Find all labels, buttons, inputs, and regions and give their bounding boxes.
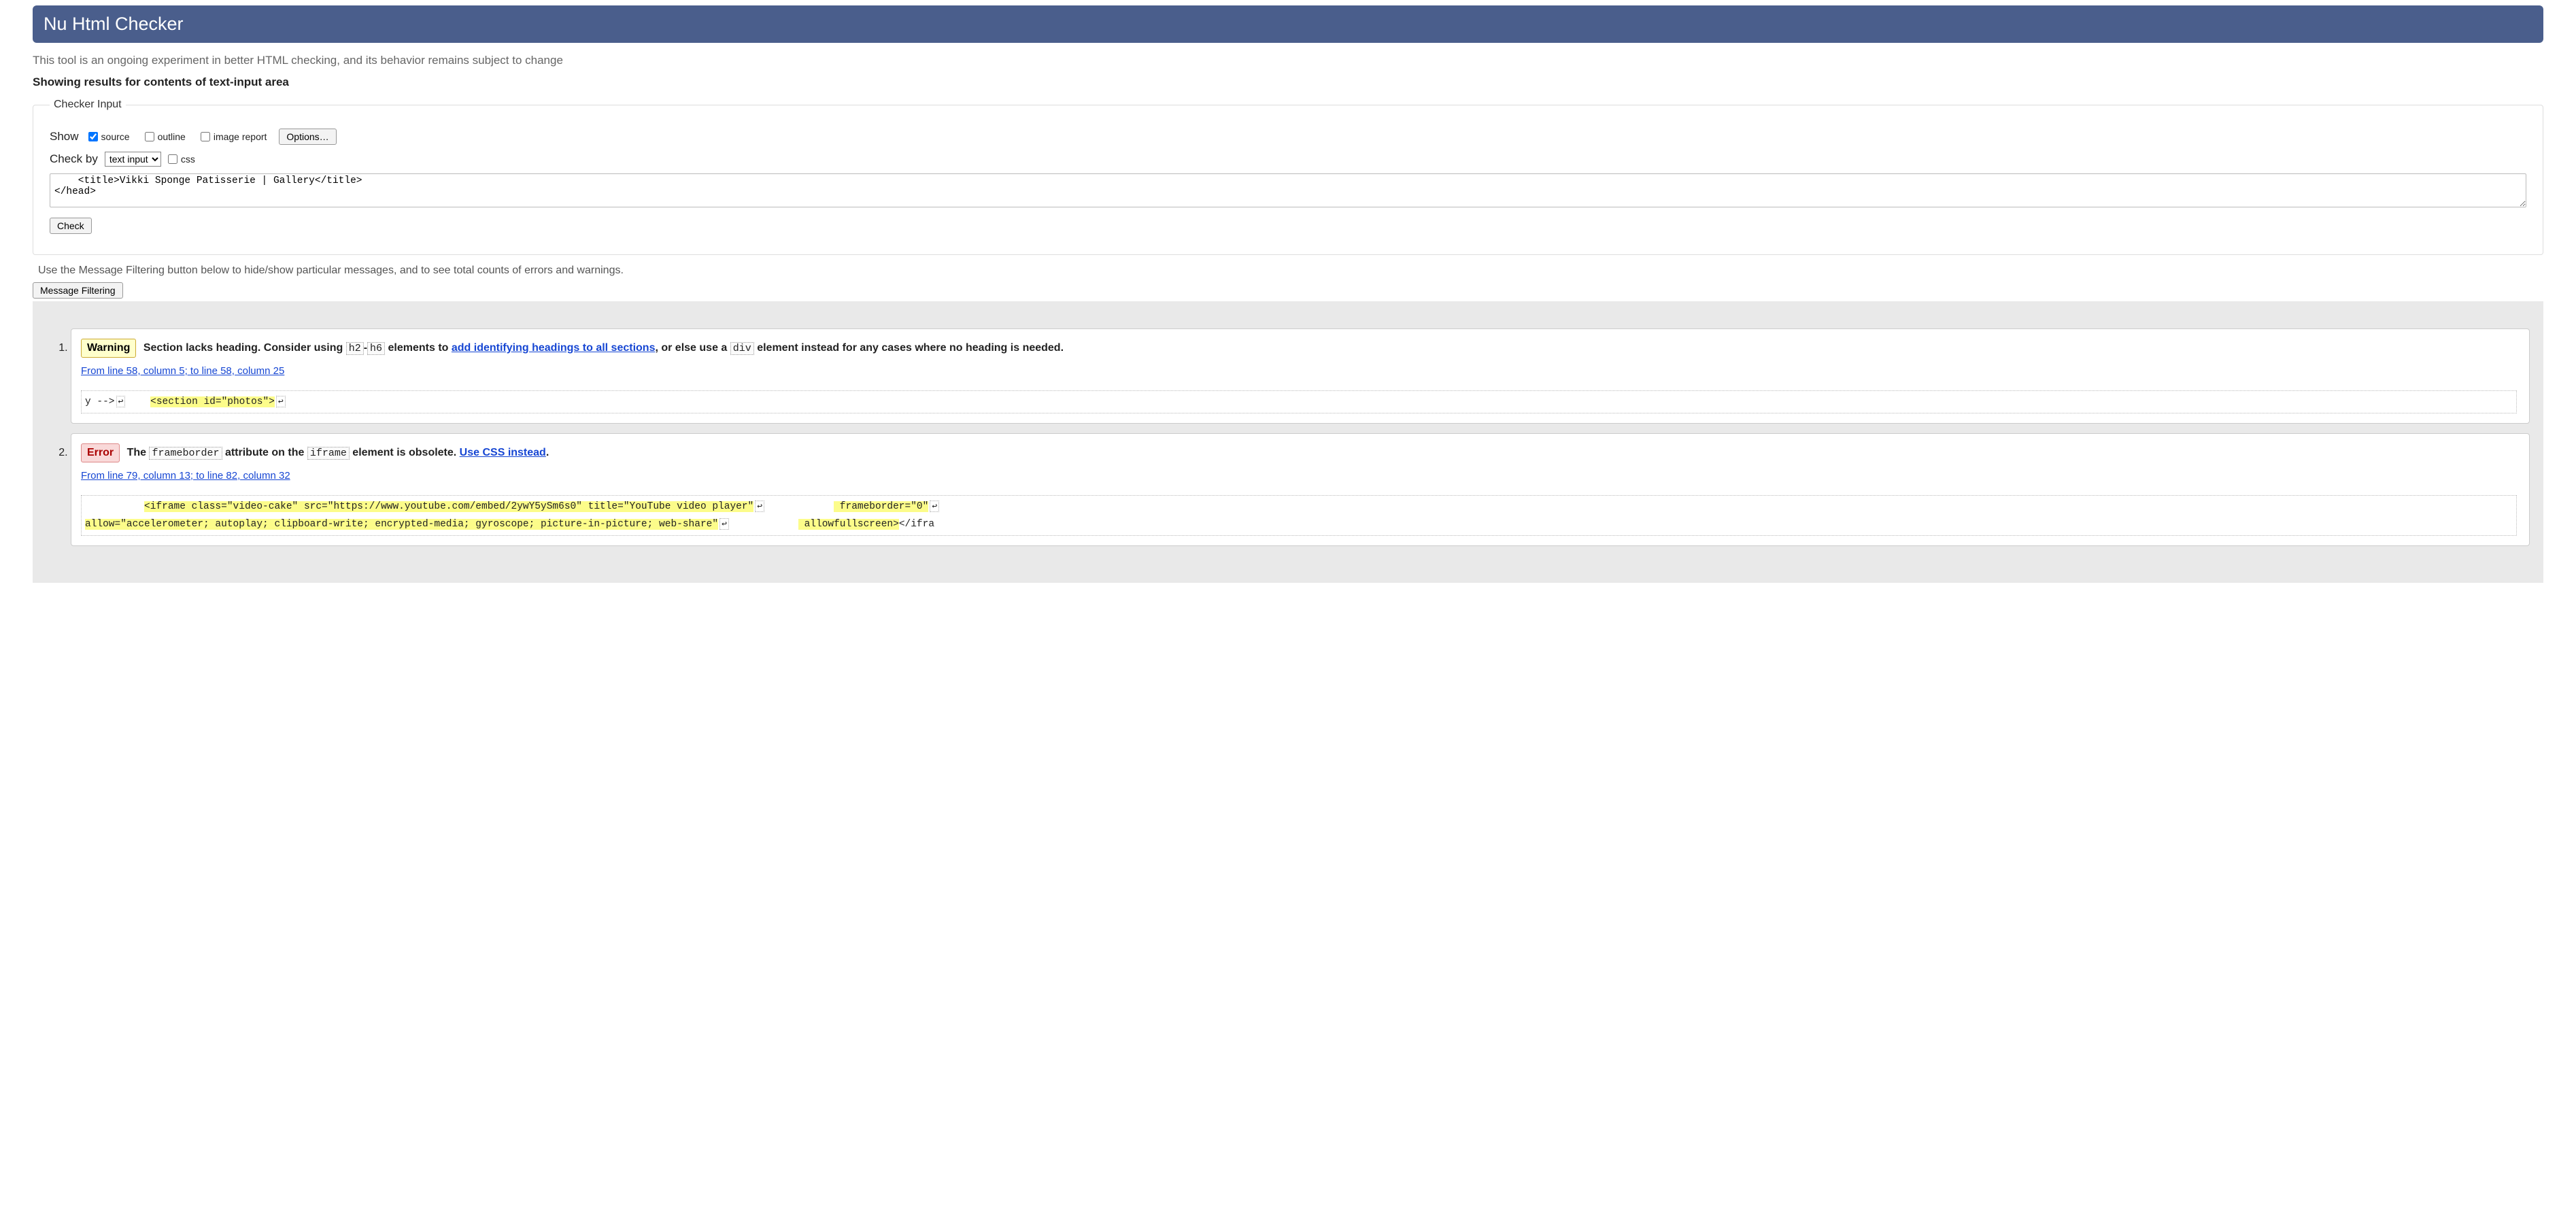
outline-checkbox[interactable] (145, 132, 154, 141)
page-header: Nu Html Checker (33, 5, 2543, 43)
newline-marker: ↩ (719, 518, 729, 530)
newline-marker: ↩ (755, 501, 764, 512)
use-css-link[interactable]: Use CSS instead (460, 447, 546, 458)
location-link[interactable]: From line 58, column 5; to line 58, colu… (81, 365, 284, 377)
css-checkbox-label[interactable]: css (165, 152, 195, 166)
newline-marker: ↩ (930, 501, 939, 512)
css-checkbox[interactable] (168, 154, 177, 164)
message-filtering-button[interactable]: Message Filtering (33, 282, 123, 299)
message-item-error: Error The frameborder attribute on the i… (71, 433, 2530, 546)
source-checkbox-label[interactable]: source (86, 130, 130, 143)
check-by-select[interactable]: text input (105, 152, 161, 167)
source-checkbox[interactable] (88, 132, 98, 141)
tool-subtitle: This tool is an ongoing experiment in be… (33, 54, 2543, 67)
highlighted-code: <iframe class="video-cake" src="https://… (144, 501, 753, 512)
page-title: Nu Html Checker (44, 14, 2532, 35)
results-heading: Showing results for contents of text-inp… (33, 75, 2543, 89)
checker-input-fieldset: Checker Input Show source outline image … (33, 99, 2543, 255)
warning-tag: Warning (81, 339, 136, 358)
outline-checkbox-text: outline (158, 131, 186, 142)
message-location: From line 58, column 5; to line 58, colu… (81, 363, 2517, 379)
code-h6: h6 (367, 342, 385, 355)
filter-hint: Use the Message Filtering button below t… (38, 265, 2538, 277)
css-checkbox-text: css (181, 154, 195, 165)
message-location: From line 79, column 13; to line 82, col… (81, 468, 2517, 484)
results-panel: Warning Section lacks heading. Consider … (33, 301, 2543, 583)
message-list: Warning Section lacks heading. Consider … (46, 328, 2530, 546)
code-iframe: iframe (307, 447, 350, 460)
checker-input-legend: Checker Input (50, 99, 126, 111)
code-frameborder: frameborder (149, 447, 222, 460)
highlighted-code: frameborder="0" (834, 501, 928, 512)
source-textarea[interactable] (50, 173, 2526, 207)
error-tag: Error (81, 443, 120, 462)
check-button[interactable]: Check (50, 218, 92, 234)
image-report-checkbox-label[interactable]: image report (198, 130, 267, 143)
newline-marker: ↩ (116, 396, 126, 407)
location-link[interactable]: From line 79, column 13; to line 82, col… (81, 470, 290, 481)
outline-checkbox-label[interactable]: outline (142, 130, 186, 143)
check-by-label: Check by (50, 152, 98, 166)
check-by-row: Check by text input css (50, 152, 2526, 167)
show-row: Show source outline image report Options… (50, 129, 2526, 145)
options-button[interactable]: Options… (279, 129, 336, 145)
newline-marker: ↩ (276, 396, 286, 407)
show-label: Show (50, 130, 79, 143)
headings-link[interactable]: add identifying headings to all sections (452, 342, 656, 354)
source-checkbox-text: source (101, 131, 130, 142)
message-text: Section lacks heading. Consider using h2… (143, 342, 1064, 354)
highlighted-code: allowfullscreen> (798, 519, 899, 530)
highlighted-code: allow="accelerometer; autoplay; clipboar… (85, 519, 718, 530)
image-report-checkbox[interactable] (201, 132, 210, 141)
code-h2: h2 (346, 342, 364, 355)
message-item-warning: Warning Section lacks heading. Consider … (71, 328, 2530, 424)
source-extract: y -->↩ <section id="photos">↩ (81, 390, 2517, 413)
message-text: The frameborder attribute on the iframe … (127, 447, 549, 458)
image-report-checkbox-text: image report (214, 131, 267, 142)
highlighted-code: <section id="photos"> (150, 396, 275, 407)
code-div: div (730, 342, 754, 355)
source-extract: <iframe class="video-cake" src="https://… (81, 495, 2517, 536)
check-row: Check (50, 218, 2526, 234)
